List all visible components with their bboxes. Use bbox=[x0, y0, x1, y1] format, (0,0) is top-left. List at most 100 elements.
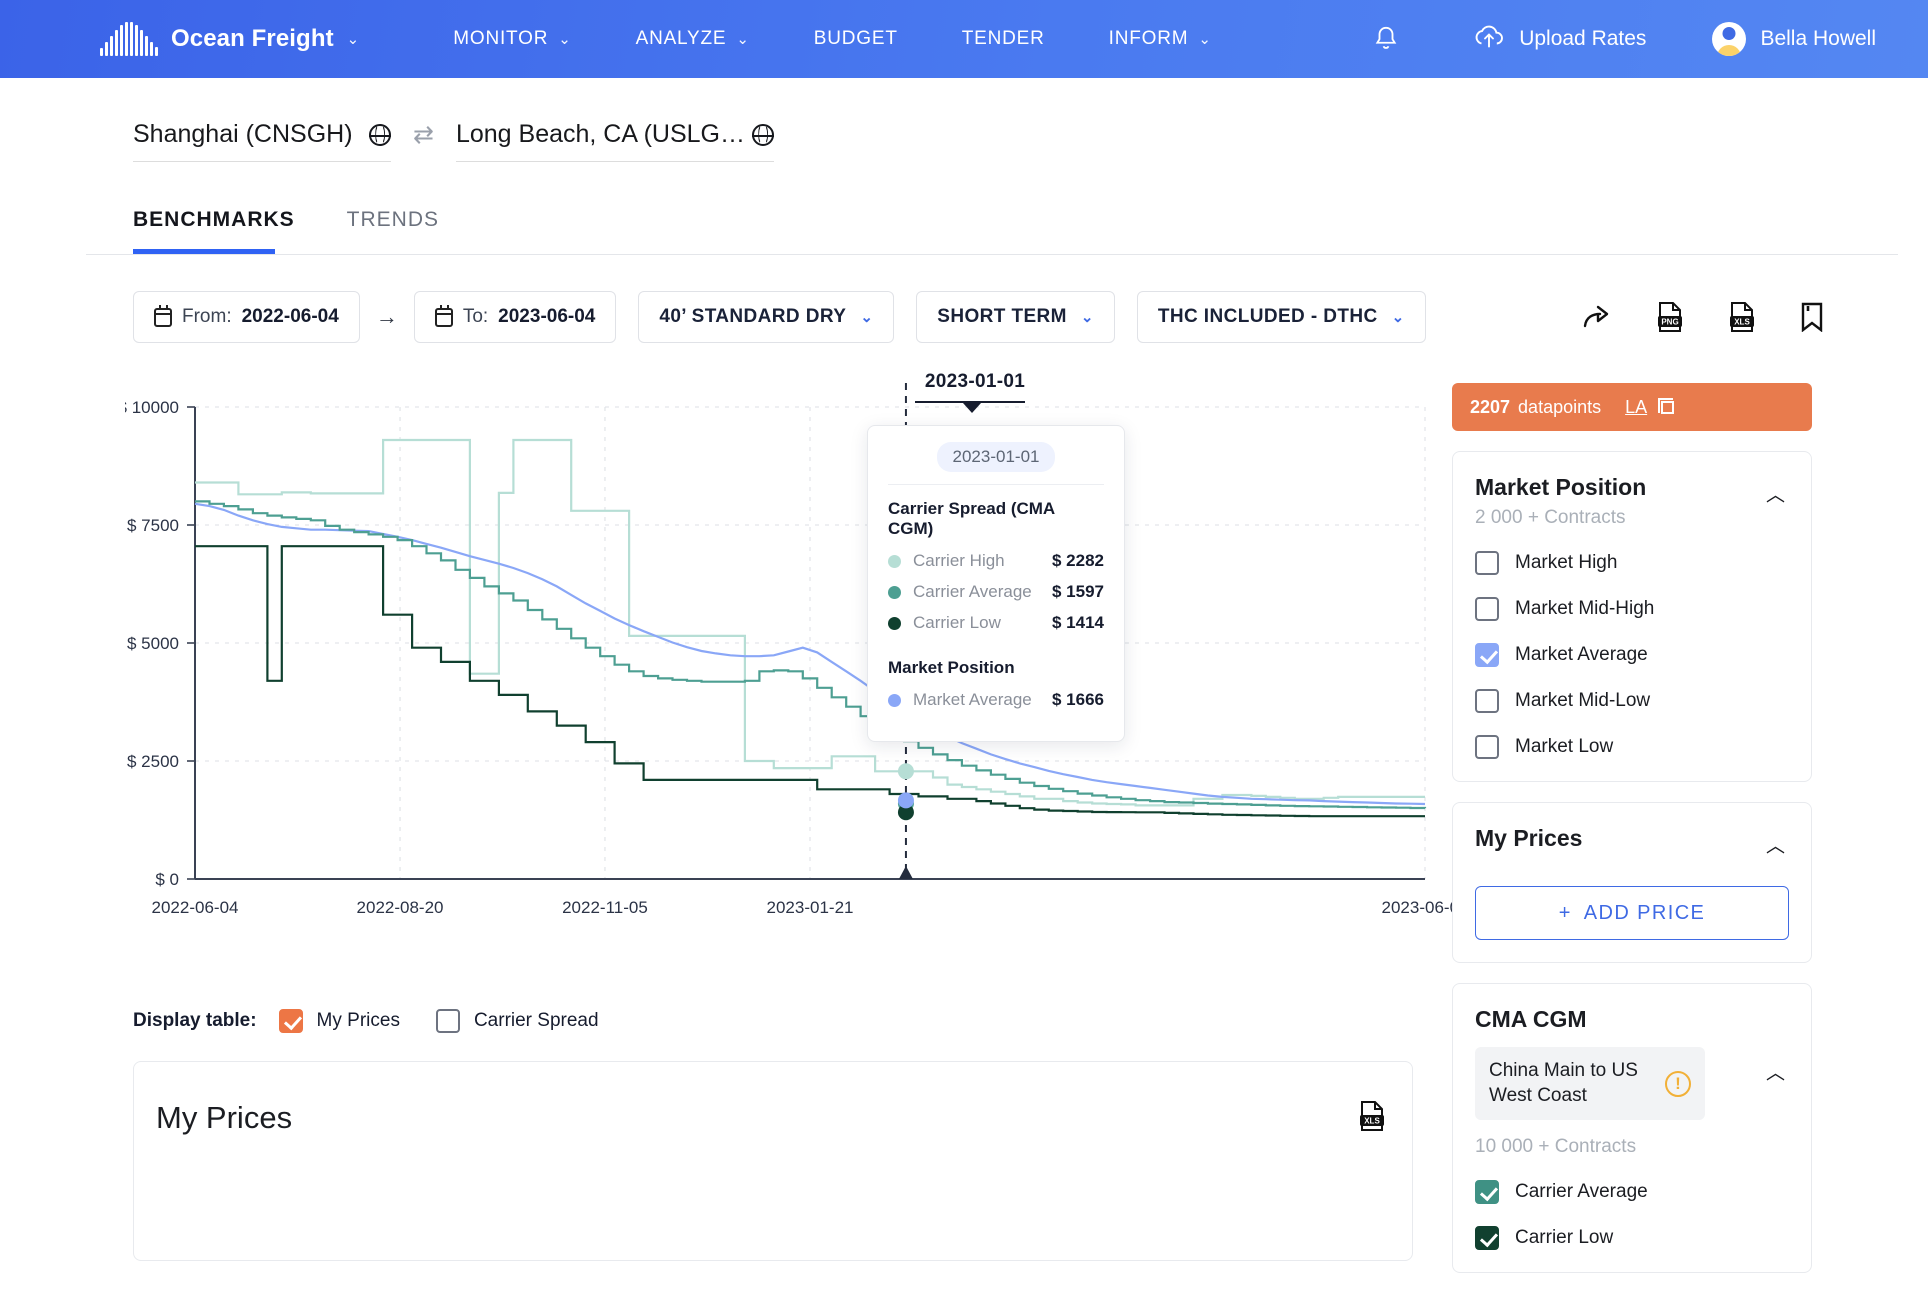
benchmark-chart[interactable]: 2023-01-01 $ 0 $ 2500 $ 5000 $ 7500 $ 10000 2… bbox=[118, 371, 1469, 983]
brand-name: Ocean Freight bbox=[171, 25, 334, 52]
cma-cgm-card: CMA CGM ︿ China Main to US West Coast ! … bbox=[1452, 983, 1812, 1274]
nav-item-budget[interactable]: BUDGET bbox=[782, 28, 930, 50]
nav-item-analyze[interactable]: ANALYZE ⌄ bbox=[604, 28, 782, 50]
tooltip-label: Carrier High bbox=[913, 551, 1005, 570]
warning-icon[interactable]: ! bbox=[1665, 1070, 1691, 1097]
chevron-down-icon: ⌄ bbox=[1198, 31, 1212, 48]
option-market-mid-high[interactable]: Market Mid-High bbox=[1475, 597, 1789, 621]
destination-port-field[interactable]: Long Beach, CA (USLG… bbox=[455, 120, 775, 162]
term-dropdown[interactable]: SHORT TERM ⌄ bbox=[916, 291, 1115, 343]
option-market-average[interactable]: Market Average bbox=[1475, 643, 1789, 667]
charges-dropdown[interactable]: THC INCLUDED - DTHC ⌄ bbox=[1136, 291, 1426, 343]
datapoints-count: 2207 bbox=[1470, 396, 1511, 417]
checkbox-market-mid-high[interactable] bbox=[1475, 597, 1499, 621]
tooltip-row-carrier-high: Carrier High $ 2282 bbox=[888, 551, 1104, 571]
export-xls-icon[interactable]: XLS bbox=[1358, 1100, 1386, 1137]
brand-logo[interactable]: Ocean Freight ⌄ bbox=[100, 22, 359, 56]
tab-benchmarks[interactable]: BENCHMARKS bbox=[133, 208, 295, 254]
nav-item-monitor[interactable]: MONITOR ⌄ bbox=[421, 28, 603, 50]
svg-text:2023-06-04: 2023-06-04 bbox=[1382, 898, 1455, 917]
chart-marker-triangle-icon bbox=[963, 403, 981, 413]
series-color-dot bbox=[888, 585, 901, 599]
avatar bbox=[1712, 22, 1747, 56]
globe-icon[interactable] bbox=[751, 123, 775, 146]
option-market-mid-low[interactable]: Market Mid-Low bbox=[1475, 689, 1789, 713]
chevron-up-icon[interactable]: ︿ bbox=[1766, 831, 1785, 858]
chart-marker-label: 2023-01-01 bbox=[924, 371, 1026, 392]
chevron-down-icon: ⌄ bbox=[558, 31, 572, 48]
equipment-dropdown[interactable]: 40’ STANDARD DRY ⌄ bbox=[638, 291, 895, 343]
tab-benchmarks-label: BENCHMARKS bbox=[133, 208, 295, 231]
date-range-arrow-icon: → bbox=[375, 304, 398, 329]
cma-cgm-lane-tag: China Main to US West Coast ! bbox=[1475, 1047, 1705, 1121]
checkbox-my-prices-label[interactable]: My Prices bbox=[317, 1010, 400, 1032]
date-to-picker[interactable]: To: 2023-06-04 bbox=[413, 291, 617, 343]
chevron-down-icon[interactable]: ⌄ bbox=[347, 30, 360, 48]
checkbox-carrier-average[interactable] bbox=[1475, 1180, 1499, 1205]
checkbox-my-prices[interactable] bbox=[278, 1009, 303, 1033]
nav-item-monitor-label: MONITOR bbox=[453, 28, 549, 49]
origin-port-label: Shanghai (CNSGH) bbox=[133, 120, 353, 148]
tooltip-date: 2023-01-01 bbox=[936, 442, 1056, 472]
nav-item-inform[interactable]: INFORM ⌄ bbox=[1077, 28, 1244, 50]
checkbox-carrier-low[interactable] bbox=[1475, 1226, 1499, 1251]
tooltip-section-carrier-spread: Carrier Spread (CMA CGM) bbox=[888, 499, 1055, 538]
notifications-bell-icon[interactable] bbox=[1335, 25, 1437, 54]
top-navigation-bar: Ocean Freight ⌄ MONITOR ⌄ ANALYZE ⌄ BUDG… bbox=[0, 0, 1928, 78]
checkbox-market-low[interactable] bbox=[1475, 735, 1499, 759]
tab-trends-label: TRENDS bbox=[346, 208, 440, 231]
nav-item-inform-label: INFORM bbox=[1108, 28, 1189, 49]
cma-cgm-lane-label: China Main to US West Coast bbox=[1489, 1060, 1638, 1106]
date-from-value: 2022-06-04 bbox=[241, 306, 339, 327]
export-png-icon[interactable]: PNG bbox=[1656, 302, 1684, 332]
tooltip-section-market-position: Market Position bbox=[888, 658, 1015, 677]
origin-port-field[interactable]: Shanghai (CNSGH) bbox=[133, 120, 392, 162]
option-label: Market Average bbox=[1515, 644, 1648, 665]
upload-rates-button[interactable]: Upload Rates bbox=[1437, 23, 1682, 55]
option-market-low[interactable]: Market Low bbox=[1475, 735, 1789, 759]
lane-selector: Shanghai (CNSGH) ⇄ Long Beach, CA (USLG… bbox=[0, 78, 1928, 162]
nav-item-tender[interactable]: TENDER bbox=[930, 28, 1077, 50]
date-to-label: To: bbox=[462, 306, 489, 327]
checkbox-carrier-spread[interactable] bbox=[435, 1009, 460, 1033]
tooltip-value: $ 1414 bbox=[1052, 613, 1104, 632]
chart-canvas[interactable]: $ 0 $ 2500 $ 5000 $ 7500 $ 10000 2022-06-04 20… bbox=[118, 383, 1468, 983]
checkbox-carrier-spread-label[interactable]: Carrier Spread bbox=[474, 1010, 599, 1032]
checkbox-market-high[interactable] bbox=[1475, 551, 1499, 575]
checkbox-market-average[interactable] bbox=[1475, 643, 1499, 667]
series-color-dot bbox=[888, 693, 901, 707]
external-link-icon[interactable] bbox=[1658, 397, 1675, 414]
chevron-up-icon[interactable]: ︿ bbox=[1766, 480, 1785, 507]
swap-arrows-icon[interactable]: ⇄ bbox=[391, 120, 456, 162]
option-label: Market Mid-Low bbox=[1515, 690, 1651, 711]
tooltip-value: $ 1597 bbox=[1052, 582, 1104, 601]
tab-trends[interactable]: TRENDS bbox=[347, 208, 439, 254]
date-to-value: 2023-06-04 bbox=[498, 306, 596, 327]
user-menu[interactable]: Bella Howell bbox=[1682, 22, 1876, 56]
option-carrier-low[interactable]: Carrier Low bbox=[1475, 1226, 1789, 1251]
chevron-up-icon[interactable]: ︿ bbox=[1766, 1058, 1785, 1085]
option-market-high[interactable]: Market High bbox=[1475, 551, 1789, 575]
cma-cgm-subtitle: 10 000 + Contracts bbox=[1475, 1136, 1637, 1158]
globe-icon[interactable] bbox=[368, 123, 392, 146]
chevron-down-icon: ⌄ bbox=[1080, 309, 1094, 326]
calendar-icon bbox=[434, 304, 453, 327]
date-from-picker[interactable]: From: 2022-06-04 bbox=[133, 291, 360, 343]
export-xls-icon[interactable]: XLS bbox=[1728, 302, 1756, 332]
add-price-button[interactable]: + ADD PRICE bbox=[1475, 886, 1789, 940]
page-content: Shanghai (CNSGH) ⇄ Long Beach, CA (USLG…… bbox=[0, 78, 1928, 1308]
bookmark-icon[interactable] bbox=[1800, 302, 1824, 332]
option-carrier-average[interactable]: Carrier Average bbox=[1475, 1180, 1789, 1205]
display-table-label: Display table: bbox=[133, 1010, 257, 1031]
datapoints-label: datapoints bbox=[1518, 396, 1602, 417]
my-prices-title: My Prices bbox=[1475, 825, 1583, 851]
checkbox-market-mid-low[interactable] bbox=[1475, 689, 1499, 713]
share-icon[interactable] bbox=[1582, 304, 1612, 330]
datapoints-link[interactable]: LA bbox=[1625, 397, 1647, 418]
nav-right-actions: Upload Rates Bella Howell bbox=[1335, 22, 1876, 56]
svg-text:2022-06-04: 2022-06-04 bbox=[152, 898, 239, 917]
charges-value: THC INCLUDED - DTHC bbox=[1157, 306, 1378, 327]
upload-rates-label: Upload Rates bbox=[1519, 27, 1647, 50]
view-tabs: BENCHMARKS TRENDS bbox=[0, 208, 1928, 254]
